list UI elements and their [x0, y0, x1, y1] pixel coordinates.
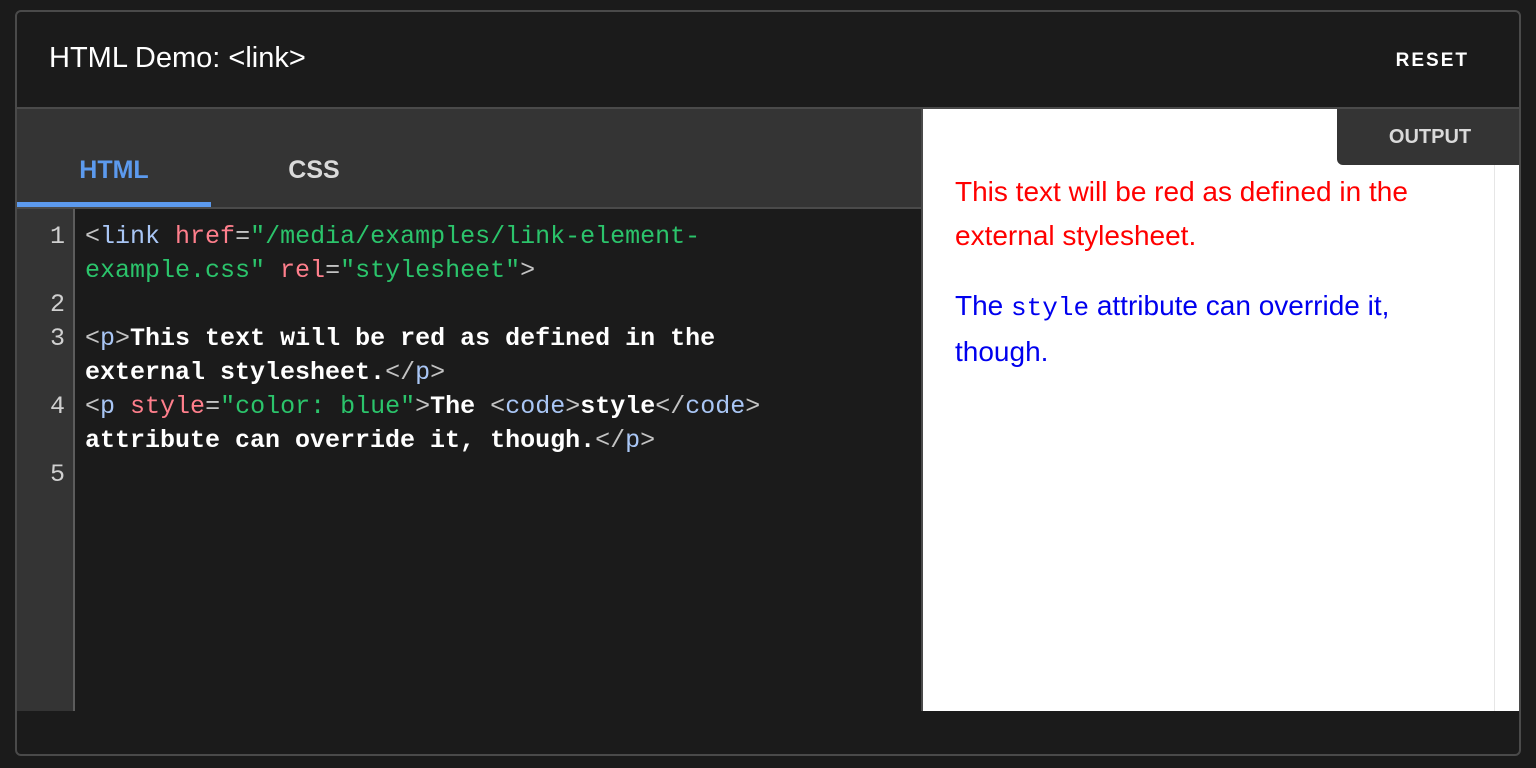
code-token: > — [430, 358, 446, 387]
code-token: = — [235, 222, 251, 251]
editor-tabbar: HTML CSS — [17, 109, 921, 209]
code-token: example.css" — [85, 256, 266, 285]
line-number: 5 — [49, 460, 65, 489]
line-number-gutter: 1 2 3 4 5 — [17, 209, 75, 711]
output-panel: OUTPUT This text will be red as defined … — [921, 109, 1519, 711]
code-token: </ — [385, 358, 416, 387]
code-line: example.css" rel="stylesheet"> — [85, 254, 535, 288]
code-token: < — [85, 222, 101, 251]
code-token: "/media/examples/link-element- — [250, 222, 701, 251]
line-number: 2 — [49, 290, 65, 319]
code-token: > — [745, 392, 761, 421]
code-token: attribute can override it, though. — [85, 426, 596, 455]
code-editor: HTML CSS 1 2 3 4 5 <link href="/media/ex… — [17, 109, 921, 711]
code-token: < — [490, 392, 506, 421]
code-line: attribute can override it, though.</p> — [85, 424, 655, 458]
code-token: external stylesheet. — [85, 358, 386, 387]
page-title: HTML Demo: <link> — [49, 42, 306, 74]
code-token: > — [115, 324, 131, 353]
code-token: p — [625, 426, 641, 455]
code-token: </ — [595, 426, 626, 455]
code-token: "stylesheet" — [340, 256, 521, 285]
code-token: code — [685, 392, 746, 421]
line-number: 4 — [49, 392, 65, 421]
output-paragraph-blue: The style attribute can override it, tho… — [955, 284, 1470, 374]
code-token: < — [85, 324, 101, 353]
code-token: The — [430, 392, 476, 421]
line-number: 3 — [49, 324, 65, 353]
code-token: </ — [655, 392, 686, 421]
code-token: > — [565, 392, 581, 421]
code-line: external stylesheet.</p> — [85, 356, 445, 390]
code-token: style — [130, 392, 206, 421]
output-code: style — [1011, 293, 1090, 323]
output-label: OUTPUT — [1337, 109, 1519, 165]
output-text: The — [955, 290, 1012, 321]
code-token: link — [100, 222, 161, 251]
code-token: "color: blue" — [220, 392, 416, 421]
reset-button[interactable]: RESET — [1396, 50, 1469, 72]
code-token: = — [205, 392, 221, 421]
tab-html[interactable]: HTML — [17, 109, 211, 207]
code-token: p — [415, 358, 431, 387]
header: HTML Demo: <link> RESET — [17, 12, 1519, 109]
code-token: > — [415, 392, 431, 421]
code-token: > — [640, 426, 656, 455]
code-token: < — [85, 392, 101, 421]
code-line: <link href="/media/examples/link-element… — [85, 220, 700, 254]
output-paragraph-red: This text will be red as defined in the … — [955, 176, 1408, 251]
code-token: href — [175, 222, 236, 251]
code-token: p — [100, 324, 116, 353]
code-token: > — [520, 256, 536, 285]
code-token: code — [505, 392, 566, 421]
line-number: 1 — [49, 222, 65, 251]
output-scrollbar[interactable] — [1494, 109, 1495, 711]
code-token: style — [580, 392, 656, 421]
code-token: = — [325, 256, 341, 285]
code-content[interactable]: <link href="/media/examples/link-element… — [85, 220, 905, 696]
code-token: rel — [280, 256, 326, 285]
code-line: <p style="color: blue">The <code>style</… — [85, 390, 760, 424]
code-token: This text will be red as defined in the — [130, 324, 716, 353]
demo-frame: HTML Demo: <link> RESET HTML CSS 1 2 3 4… — [15, 10, 1521, 756]
tab-css[interactable]: CSS — [217, 109, 411, 207]
code-line: <p>This text will be red as defined in t… — [85, 322, 715, 356]
code-token: p — [100, 392, 116, 421]
